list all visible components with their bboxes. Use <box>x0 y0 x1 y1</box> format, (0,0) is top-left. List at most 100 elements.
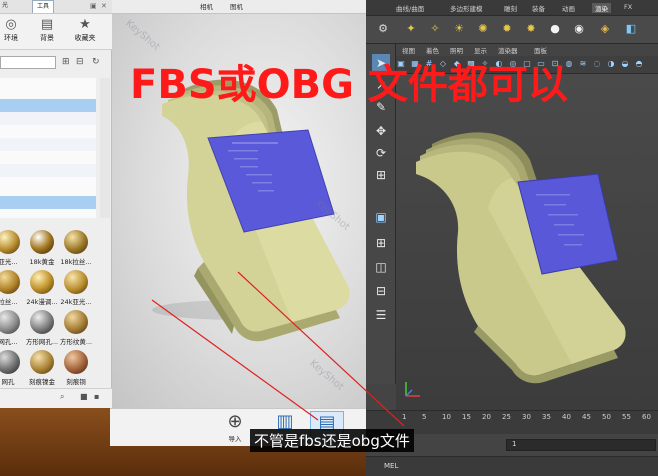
material-thumb[interactable]: 18k拉丝... <box>58 226 92 266</box>
float-icon[interactable]: ▣ <box>90 2 97 10</box>
layout-persp-icon[interactable]: ⊟ <box>372 282 390 300</box>
area-light-icon[interactable]: ✹ <box>500 22 514 36</box>
rotate-tool-icon[interactable]: ⟳ <box>372 144 390 162</box>
menu-item-camera[interactable]: 相机 <box>200 1 213 11</box>
shelf-settings-icon[interactable]: ⚙ <box>376 22 390 36</box>
image-icon: ▤ <box>40 17 54 32</box>
headline-caption: FBS或OBG 文件都可以 <box>130 62 568 108</box>
grid-size-icon[interactable]: ■ <box>80 392 88 401</box>
screen: KeyShot KeyShot KeyShot 相机 图机 光 工具 ▣ ✕ ◎… <box>0 0 658 476</box>
material-thumb[interactable]: 网孔 <box>0 346 24 386</box>
shelf-tab-fx[interactable]: FX <box>624 3 632 11</box>
layout-two-icon[interactable]: ◫ <box>372 258 390 276</box>
range-end-value: 1 <box>512 440 517 448</box>
material-thumb[interactable]: 18k黄金 <box>24 226 58 266</box>
folder-open-icon[interactable]: ⊟ <box>76 56 84 69</box>
library-folder-tree <box>0 78 96 218</box>
material-thumb[interactable]: 24k亚光... <box>58 266 92 306</box>
tab-fragment[interactable]: 光 <box>2 0 8 12</box>
maya-viewport[interactable] <box>396 74 658 410</box>
maya-shelf-tabs: 曲线/曲面 多边形建模 雕刻 装备 动画 渲染 FX <box>366 0 658 16</box>
hypershade-icon[interactable]: ◧ <box>624 22 638 36</box>
refresh-icon[interactable]: ↻ <box>92 56 100 69</box>
timeline-tick: 55 <box>622 413 631 421</box>
tab-label: 环境 <box>4 34 18 42</box>
tree-row-selected[interactable] <box>0 196 96 209</box>
tab-background[interactable]: ▤ 背景 <box>30 17 64 43</box>
tree-row[interactable] <box>0 86 96 99</box>
menu-item-image[interactable]: 图机 <box>230 1 243 11</box>
tab-label: 背景 <box>40 34 54 42</box>
folder-add-icon[interactable]: ⊞ <box>62 56 70 69</box>
move-tool-icon[interactable]: ✥ <box>372 122 390 140</box>
sphere-icon[interactable]: ● <box>548 22 562 36</box>
timeline-tick: 60 <box>642 413 651 421</box>
spot-light-icon[interactable]: ✺ <box>476 22 490 36</box>
layout-outliner-icon[interactable]: ☰ <box>372 306 390 324</box>
material-thumb[interactable]: 24k漫调... <box>24 266 58 306</box>
tree-row[interactable] <box>0 125 96 138</box>
shelf-tab-curves[interactable]: 曲线/曲面 <box>396 3 424 13</box>
maya-shelf: ⚙ ✦ ✧ ☀ ✺ ✹ ✸ ● ◉ ◈ ◧ <box>366 16 658 44</box>
material-thumb[interactable]: 网孔... <box>0 306 24 346</box>
tree-row[interactable] <box>0 151 96 164</box>
close-icon[interactable]: ✕ <box>101 2 107 10</box>
tree-row[interactable] <box>0 138 96 151</box>
shader-icon[interactable]: ◈ <box>598 22 612 36</box>
timeline-tick: 50 <box>602 413 611 421</box>
grid-size-small-icon[interactable]: ▪ <box>94 392 99 401</box>
ipr-render-icon[interactable]: ✧ <box>428 22 442 36</box>
color-manage-icon[interactable]: ◓ <box>634 59 644 69</box>
tab-environment[interactable]: ◎ 环境 <box>0 17 28 43</box>
shelf-tab-sculpt[interactable]: 雕刻 <box>504 3 517 13</box>
timeline-tick: 45 <box>582 413 591 421</box>
shelf-tab-animation[interactable]: 动画 <box>562 3 575 13</box>
scale-tool-icon[interactable]: ⊞ <box>372 166 390 184</box>
globe-icon: ◎ <box>5 17 17 32</box>
material-thumb[interactable]: 刻痕铜 <box>58 346 92 386</box>
timeline-tick: 35 <box>542 413 551 421</box>
layout-four-icon[interactable]: ⊞ <box>372 234 390 252</box>
maya-model <box>405 132 626 397</box>
light-icon[interactable]: ☀ <box>452 22 466 36</box>
tab-favorites[interactable]: ★ 收藏夹 <box>68 17 102 43</box>
keyshot-library-panel: 光 工具 ▣ ✕ ◎ 环境 ▤ 背景 ★ 收藏夹 ⊞ ⊟ ↻ 亚光... 18k… <box>0 0 112 408</box>
library-search-input[interactable] <box>0 56 56 69</box>
material-thumb[interactable]: 方形纹黄... <box>58 306 92 346</box>
material-ball-icon[interactable]: ◉ <box>572 22 586 36</box>
library-tabs: ◎ 环境 ▤ 背景 ★ 收藏夹 <box>0 14 112 50</box>
timeline-tick: 15 <box>462 413 471 421</box>
tree-row[interactable] <box>0 112 96 125</box>
material-thumb[interactable]: 亚光... <box>0 226 24 266</box>
timeline-tick: 30 <box>522 413 531 421</box>
material-thumb[interactable]: 刻痕镍金 <box>24 346 58 386</box>
library-bottom-toolbar: ⌕ ■ ▪ <box>0 388 112 408</box>
tab-tools[interactable]: 工具 <box>32 0 55 13</box>
shelf-tab-rendering[interactable]: 渲染 <box>592 3 611 13</box>
material-thumb[interactable]: 方形网孔... <box>24 306 58 346</box>
material-grid: 亚光... 18k黄金 18k拉丝... 拉丝... 24k漫调... 24k亚… <box>0 222 100 386</box>
star-icon: ★ <box>79 17 91 32</box>
import-button[interactable]: ⊕ 导入 <box>218 411 252 443</box>
tree-scrollbar[interactable] <box>100 78 110 218</box>
timeline-tick: 10 <box>442 413 451 421</box>
shelf-tab-polygon[interactable]: 多边形建模 <box>450 3 483 13</box>
panel-tabstrip: 光 工具 ▣ ✕ <box>0 0 112 14</box>
layout-single-icon[interactable]: ▣ <box>372 208 390 226</box>
material-thumb[interactable]: 拉丝... <box>0 266 24 306</box>
render-icon[interactable]: ✦ <box>404 22 418 36</box>
subtitle-caption: 不管是fbs还是obg文件 <box>250 429 414 452</box>
timeline-tick: 40 <box>562 413 571 421</box>
shelf-tab-rigging[interactable]: 装备 <box>532 3 545 13</box>
range-bar[interactable] <box>506 439 656 451</box>
tree-row[interactable] <box>0 164 96 177</box>
import-icon: ⊕ <box>227 411 243 432</box>
tab-label: 收藏夹 <box>74 34 96 42</box>
maya-command-line[interactable]: MEL <box>366 456 658 476</box>
tree-row[interactable] <box>0 177 96 190</box>
point-light-icon[interactable]: ✸ <box>524 22 538 36</box>
keyshot-menubar: 相机 图机 <box>112 0 366 14</box>
search-icon[interactable]: ⌕ <box>60 392 64 402</box>
tree-row-selected[interactable] <box>0 99 96 112</box>
command-language-label: MEL <box>384 462 399 470</box>
